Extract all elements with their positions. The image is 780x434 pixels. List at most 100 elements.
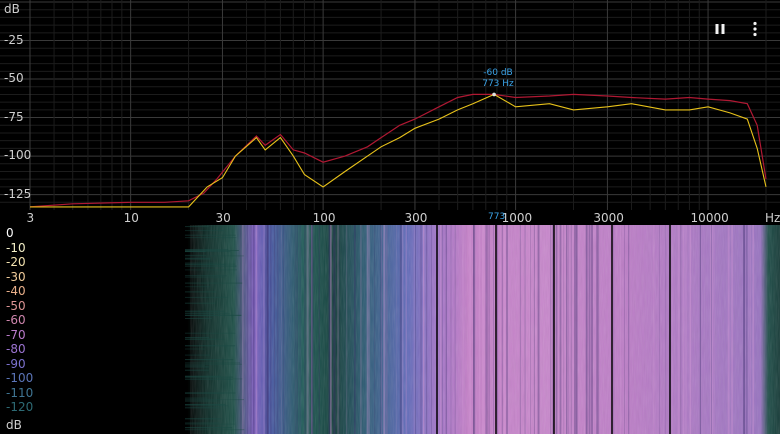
spectrogram-streak <box>727 225 730 434</box>
overflow-menu-button[interactable] <box>744 18 766 40</box>
spectrogram-streak <box>185 276 225 278</box>
spectrogram-y-label: -70 <box>6 327 26 342</box>
spectrogram-y-label: -90 <box>6 356 26 371</box>
spectrogram-streak <box>185 310 224 312</box>
spectrogram-streak <box>399 225 402 434</box>
spectrogram-unit: dB <box>6 418 22 432</box>
spectrogram-streak <box>185 427 233 429</box>
x-axis-unit: Hz <box>765 211 780 225</box>
spectrogram-y-label: -110 <box>6 385 34 400</box>
spectrogram-streak <box>679 225 681 434</box>
x-tick-label: 1000 <box>501 211 533 225</box>
spectrogram-streak <box>265 225 267 434</box>
spectrum-peak-line <box>29 93 767 208</box>
more-vert-icon <box>753 21 757 37</box>
spectrogram-streak <box>374 225 376 434</box>
spectrogram-y-label: -50 <box>6 298 26 313</box>
pause-icon <box>715 24 725 34</box>
peak-db-label: -60 dB <box>483 68 513 78</box>
spectrogram-streak <box>469 225 472 434</box>
spectrogram-streak <box>682 225 685 434</box>
spectrogram-streak <box>478 225 480 434</box>
spectrogram-streak <box>185 378 243 380</box>
spectrogram-streak <box>283 225 285 434</box>
spectrogram-streak <box>185 249 229 250</box>
spectrogram-streak <box>360 225 362 434</box>
spectrogram-streak <box>247 225 248 434</box>
spectrogram-streak <box>474 225 476 434</box>
spectrogram-streak <box>503 225 506 434</box>
spectrogram-streak <box>185 291 217 293</box>
spectrogram-streak <box>586 225 588 434</box>
spectrogram-streak <box>537 225 540 434</box>
spectrogram-streak <box>431 225 432 434</box>
spectrogram-streak <box>185 286 210 288</box>
spectrogram-streak <box>270 225 272 434</box>
spectrogram-streak <box>712 225 714 434</box>
spectrogram-streak <box>589 225 591 434</box>
x-tick-label: 10000 <box>690 211 729 225</box>
spectrogram-streak <box>413 225 415 434</box>
spectrogram-streak <box>746 225 748 434</box>
spectrogram-streak <box>185 362 240 364</box>
spectrogram-streak <box>519 225 521 434</box>
spectrogram-streak <box>185 363 242 365</box>
spectrum-panel[interactable]: dB -25 -50 -75 -100 -125 3 10 30 100 300 1000 3000… <box>0 0 780 225</box>
spectrogram-streak <box>185 369 209 371</box>
spectrogram-streak <box>620 225 621 434</box>
spectrogram-streak <box>462 225 464 434</box>
spectrogram-streak <box>299 225 301 434</box>
y-tick-label: -25 <box>4 32 24 47</box>
spectrogram-streak <box>330 225 332 434</box>
spectrogram-streak <box>671 225 674 434</box>
spectrogram-streak <box>185 345 236 347</box>
spectrogram-streak <box>294 225 297 434</box>
spectrogram-streak <box>185 275 227 277</box>
spectrogram-streak <box>185 296 229 298</box>
spectrogram-streak <box>405 225 407 434</box>
spectrogram-streak <box>454 225 456 434</box>
spectrogram-streak <box>533 225 535 434</box>
spectrogram-streak <box>185 282 243 284</box>
spectrogram-streak <box>185 392 236 394</box>
spectrogram-streak <box>185 258 211 260</box>
spectrogram-streak <box>731 225 733 434</box>
spectrogram-streak <box>185 405 228 407</box>
spectrogram-streak <box>185 254 207 256</box>
spectrogram-panel[interactable]: 0 -10 -20 -30 -40 -50 -60 -70 -80 -90 -100 -110 -120… <box>0 225 780 434</box>
spectrum-plot[interactable] <box>0 0 780 225</box>
spectrogram-streak <box>653 225 655 434</box>
spectrogram-streak <box>338 225 340 434</box>
spectrogram-streak <box>185 257 211 259</box>
spectrogram-streak <box>185 265 237 267</box>
spectrogram-streak <box>250 225 252 434</box>
spectrogram-streak <box>749 225 751 434</box>
x-tick-label: 300 <box>404 211 428 225</box>
spectrogram-streak <box>307 225 310 434</box>
spectrogram-streak <box>354 225 356 434</box>
spectrogram-streak <box>185 397 208 399</box>
peak-hz-label: 773 Hz <box>482 79 514 89</box>
spectrogram-streak <box>524 225 526 434</box>
spectrogram-streak <box>185 407 220 409</box>
spectrogram-streak <box>528 225 531 434</box>
spectrogram-streak <box>689 225 692 434</box>
spectrum-analyzer-app: dB -25 -50 -75 -100 -125 3 10 30 100 300 1000 3000… <box>0 0 780 434</box>
pause-button[interactable] <box>709 18 731 40</box>
spectrogram-y-label: -30 <box>6 269 26 284</box>
spectrogram-streak <box>367 225 369 434</box>
spectrogram-streak <box>496 225 499 434</box>
spectrogram-streak <box>185 354 210 356</box>
spectrogram-streak <box>501 225 503 434</box>
peak-readout: -60 dB 773 Hz <box>478 68 518 90</box>
y-axis-unit: dB <box>4 2 20 16</box>
spectrogram-streak <box>185 429 245 431</box>
spectrogram-streak <box>185 332 236 334</box>
spectrogram-streak <box>252 225 255 434</box>
spectrogram-streak <box>677 225 680 434</box>
spectrogram-image[interactable] <box>0 225 780 434</box>
spectrogram-streak <box>185 366 209 368</box>
spectrogram-streak <box>566 225 568 434</box>
spectrogram-y-label: 0 <box>6 226 14 240</box>
spectrogram-streak <box>570 225 572 434</box>
